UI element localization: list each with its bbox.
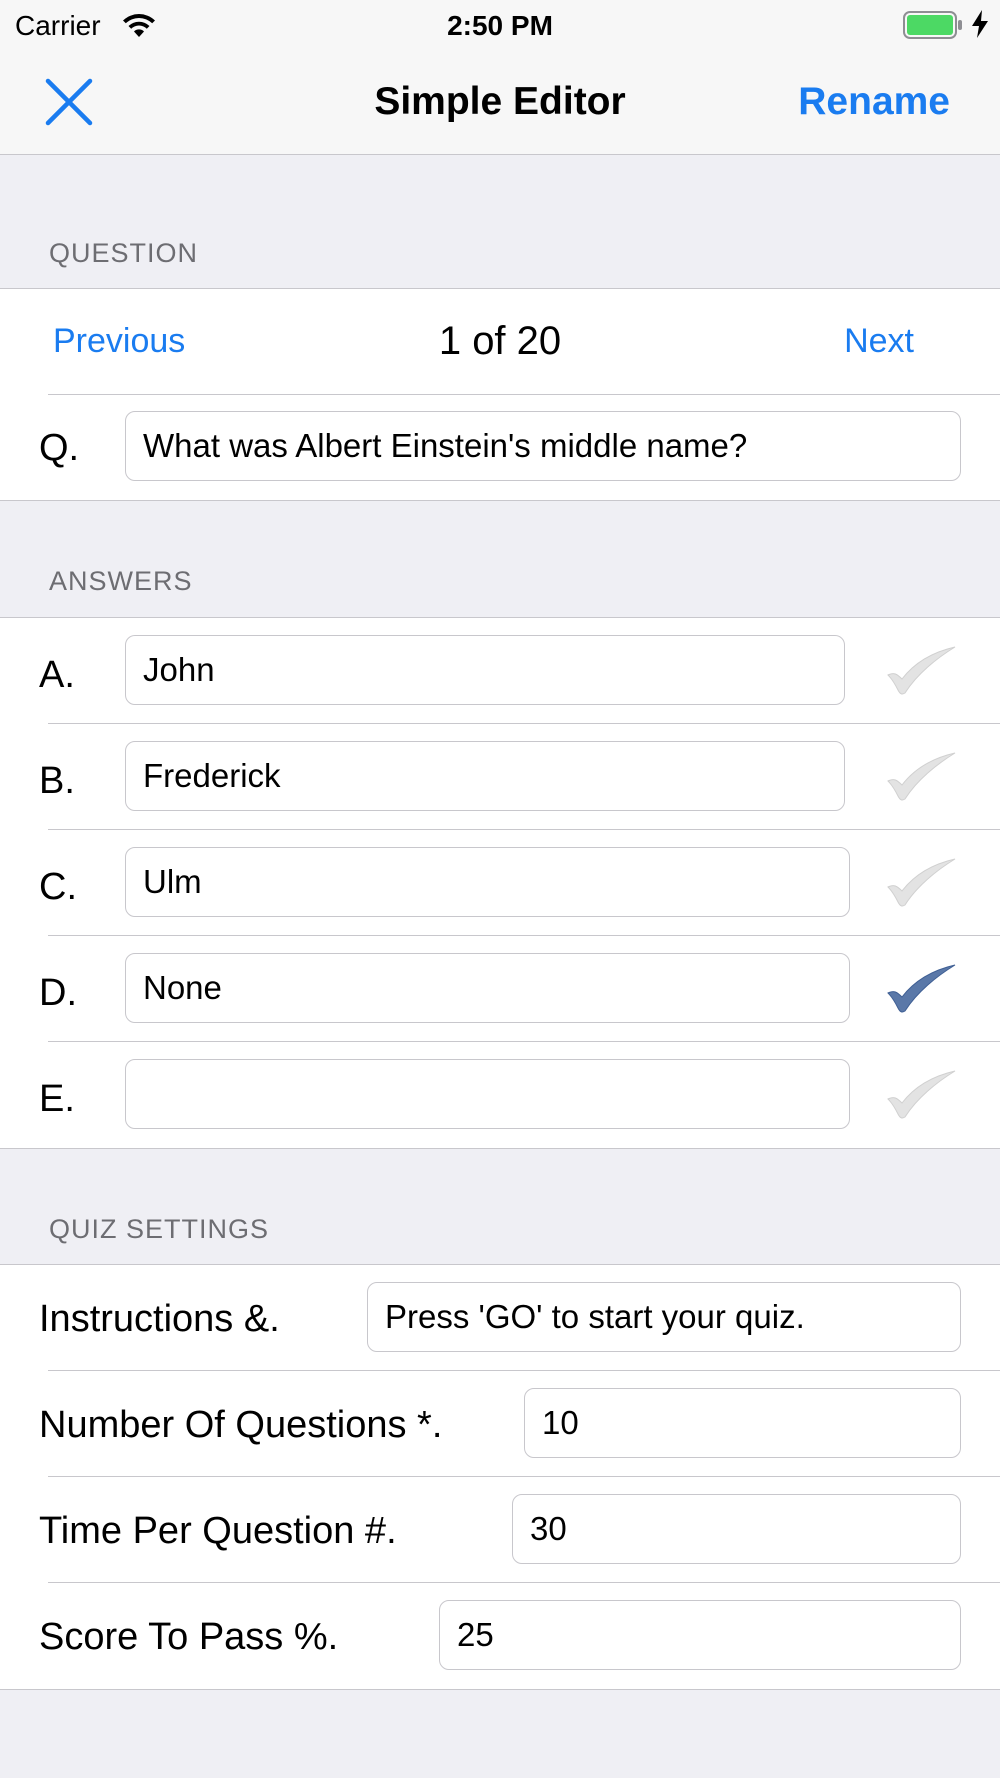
instructions-label: Instructions &. [39, 1298, 280, 1340]
time-per-question-label: Time Per Question #. [39, 1510, 397, 1552]
answers-group: A. John B. Frederick C. Ulm D. None E. [0, 617, 1000, 1149]
question-pager-row: Previous 1 of 20 Next [0, 289, 1000, 394]
quiz-settings-section-header: QUIZ SETTINGS [49, 1214, 270, 1244]
answer-field-c[interactable]: Ulm [125, 847, 850, 917]
answer-row-e: E. [0, 1042, 1000, 1147]
question-section-header: QUESTION [49, 238, 199, 268]
question-field[interactable]: What was Albert Einstein's middle name? [125, 411, 961, 481]
answer-letter-label: D. [39, 972, 77, 1014]
answer-field-e[interactable] [125, 1059, 850, 1129]
score-to-pass-label: Score To Pass %. [39, 1616, 339, 1658]
answer-row-c: C. Ulm [0, 830, 1000, 935]
score-to-pass-row: Score To Pass %. 25 [0, 1583, 1000, 1688]
answers-section-header: ANSWERS [49, 566, 193, 596]
answer-letter-label: A. [39, 654, 75, 696]
charging-bolt-icon [972, 10, 988, 38]
num-questions-row: Number Of Questions *. 10 [0, 1371, 1000, 1476]
checkmark-icon[interactable] [885, 752, 957, 802]
answer-field-b[interactable]: Frederick [125, 741, 845, 811]
quiz-settings-group: Instructions &. Press 'GO' to start your… [0, 1264, 1000, 1690]
battery-icon [903, 11, 962, 39]
time-per-question-field[interactable]: 30 [512, 1494, 961, 1564]
status-time: 2:50 PM [447, 10, 553, 41]
next-button[interactable]: Next [844, 321, 914, 361]
answer-row-b: B. Frederick [0, 724, 1000, 829]
instructions-field[interactable]: Press 'GO' to start your quiz. [367, 1282, 961, 1352]
checkmark-icon[interactable] [885, 646, 957, 696]
question-label: Q. [39, 427, 80, 469]
answer-row-a: A. John [0, 618, 1000, 723]
rename-button[interactable]: Rename [798, 78, 950, 126]
answer-letter-label: C. [39, 866, 77, 908]
answer-letter-label: B. [39, 760, 75, 802]
question-row: Q. What was Albert Einstein's middle nam… [0, 395, 1000, 500]
answer-field-d[interactable]: None [125, 953, 850, 1023]
answer-row-d: D. None [0, 936, 1000, 1041]
num-questions-label: Number Of Questions *. [39, 1404, 443, 1446]
score-to-pass-field[interactable]: 25 [439, 1600, 961, 1670]
num-questions-field[interactable]: 10 [524, 1388, 961, 1458]
answer-letter-label: E. [39, 1078, 75, 1120]
answer-field-a[interactable]: John [125, 635, 845, 705]
checkmark-icon[interactable] [885, 858, 957, 908]
question-group: Previous 1 of 20 Next Q. What was Albert… [0, 288, 1000, 501]
checkmark-selected-icon[interactable] [885, 964, 957, 1014]
instructions-row: Instructions &. Press 'GO' to start your… [0, 1265, 1000, 1370]
time-per-question-row: Time Per Question #. 30 [0, 1477, 1000, 1582]
checkmark-icon[interactable] [885, 1070, 957, 1120]
navigation-bar: Carrier 2:50 PM Simple Editor Rename [0, 0, 1000, 155]
